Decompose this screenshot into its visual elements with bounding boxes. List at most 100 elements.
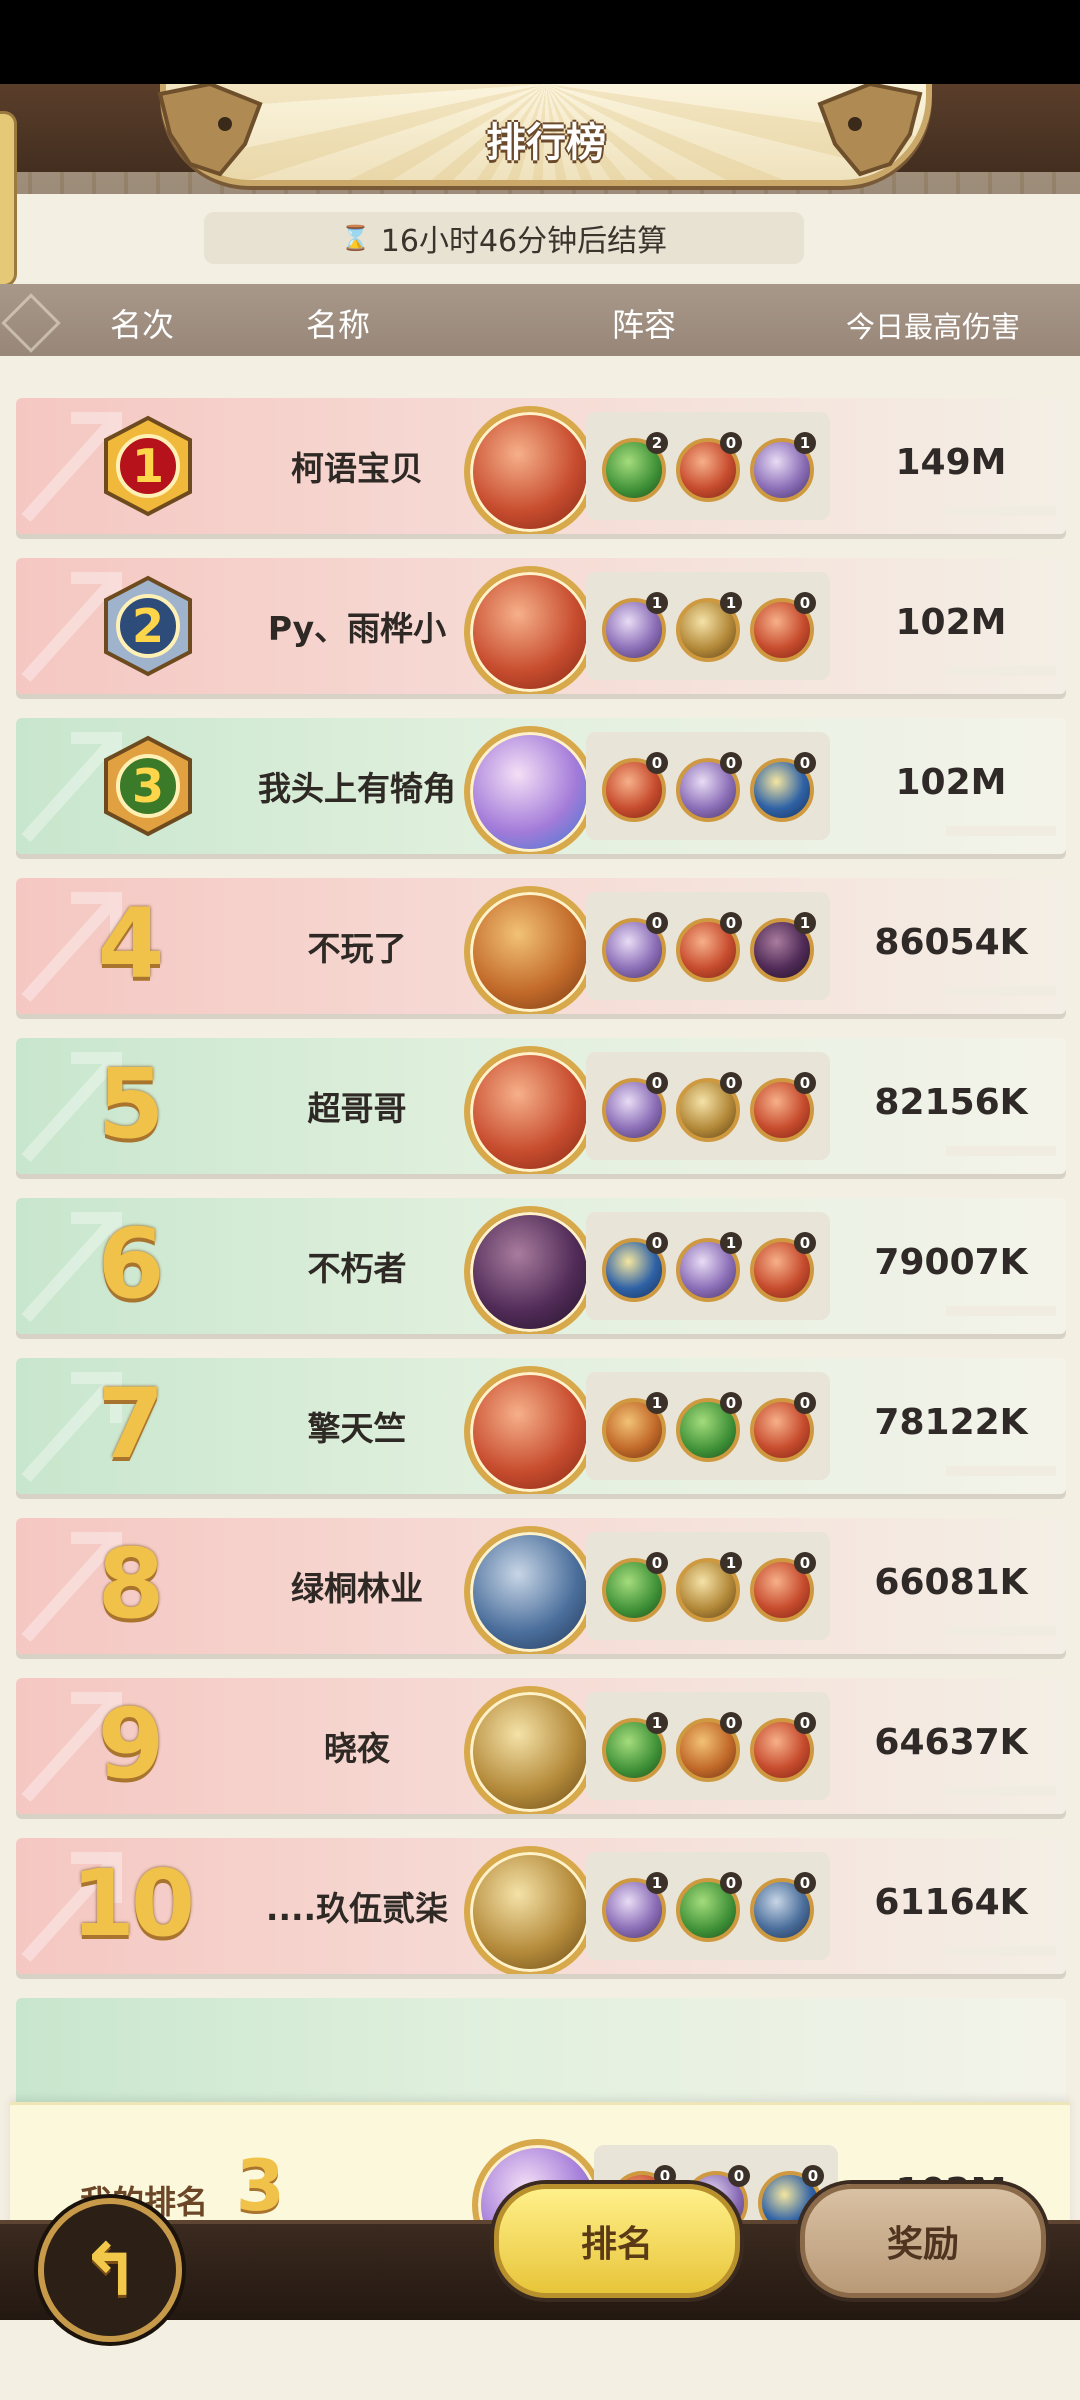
leader-avatar[interactable] [464,1046,596,1174]
hero-portrait[interactable]: 0 [676,1712,742,1782]
row-fold [946,1786,1056,1796]
hero-portrait[interactable]: 2 [602,432,668,502]
rank-medal-number: 2 [132,599,164,653]
hero-portrait[interactable]: 0 [676,432,742,502]
rank-number: 4 [97,888,165,1000]
hero-portrait[interactable]: 0 [750,1872,816,1942]
hero-portrait[interactable]: 0 [602,1232,668,1302]
timer-text: 16小时46分钟后结算 [380,224,668,259]
tab-rewards-label: 奖励 [886,2224,959,2265]
hero-star-badge: 1 [646,1712,668,1734]
hero-portrait[interactable]: 1 [676,1232,742,1302]
leaderboard-row[interactable]: 8 绿桐林业 0 1 0 66081K [16,1518,1066,1654]
hero-portrait[interactable]: 1 [750,432,816,502]
tab-rewards[interactable]: 奖励 [800,2184,1046,2298]
row-fold [946,666,1056,676]
hero-portrait[interactable]: 1 [602,1712,668,1782]
hero-star-badge: 0 [646,1232,668,1254]
leaderboard-row[interactable]: 4 不玩了 0 0 1 86054K [16,878,1066,1014]
damage-value: 61164K [874,1882,1028,1923]
damage-value: 79007K [874,1242,1028,1283]
leader-avatar[interactable] [464,566,596,694]
leaderboard-row[interactable]: 9 晓夜 1 0 0 64637K [16,1678,1066,1814]
back-button[interactable]: ↰ [38,2198,182,2342]
hero-portrait[interactable]: 0 [602,1552,668,1622]
lineup-box: 0 1 0 [586,1532,830,1640]
hero-star-badge: 1 [646,592,668,614]
player-name: 绿桐林业 [291,1569,423,1608]
hero-portrait[interactable]: 0 [676,1872,742,1942]
hero-star-badge: 0 [720,432,742,454]
hero-portrait[interactable]: 0 [750,1392,816,1462]
hero-portrait[interactable]: 0 [750,592,816,662]
side-tab[interactable] [0,114,14,284]
damage-value: 102M [895,602,1007,643]
hero-portrait[interactable]: 1 [602,1872,668,1942]
col-lineup: 阵容 [612,306,677,344]
hero-portrait[interactable]: 0 [602,1072,668,1142]
hero-star-badge: 0 [794,1712,816,1734]
player-name: 不朽者 [307,1249,407,1288]
hero-portrait[interactable]: 0 [602,752,668,822]
hero-star-badge: 1 [720,1232,742,1254]
hero-star-badge: 0 [794,1872,816,1894]
leader-avatar[interactable] [464,886,596,1014]
leader-avatar[interactable] [464,1686,596,1814]
hero-portrait[interactable]: 0 [750,752,816,822]
hero-portrait[interactable]: 0 [750,1232,816,1302]
hero-portrait[interactable]: 0 [676,1072,742,1142]
leaderboard-row[interactable]: 1 柯语宝贝 2 0 1 149M [16,398,1066,534]
hero-portrait[interactable]: 0 [750,1552,816,1622]
hero-star-badge: 0 [794,1072,816,1094]
leader-avatar[interactable] [464,1846,596,1974]
leader-avatar[interactable] [464,726,596,854]
hero-portrait[interactable]: 1 [676,1552,742,1622]
leader-avatar[interactable] [464,1366,596,1494]
row-fold [946,986,1056,996]
hero-star-badge: 0 [646,912,668,934]
leaderboard-row[interactable]: 6 不朽者 0 1 0 79007K [16,1198,1066,1334]
hero-star-badge: 0 [794,1392,816,1414]
hero-portrait[interactable]: 0 [676,912,742,982]
hero-portrait[interactable]: 0 [602,912,668,982]
player-name: ....玖伍贰柒 [265,1889,449,1928]
leaderboard-row[interactable]: 7 擎天竺 1 0 0 78122K [16,1358,1066,1494]
hero-portrait[interactable]: 0 [676,752,742,822]
hero-star-badge: 0 [794,1232,816,1254]
hero-star-badge: 1 [646,1872,668,1894]
hero-portrait[interactable]: 0 [750,1712,816,1782]
leader-avatar[interactable] [464,1526,596,1654]
rank-number: 9 [97,1688,165,1800]
rank-medal-icon: 3 [104,735,192,837]
hero-portrait[interactable]: 0 [750,1072,816,1142]
hero-star-badge: 0 [646,1072,668,1094]
dragon-ornament-icon [817,84,923,177]
leaderboard-row[interactable]: 3 我头上有犄角 0 0 0 102M [16,718,1066,854]
hero-star-badge: 0 [794,1552,816,1574]
leader-avatar[interactable] [464,406,596,534]
lineup-box: 0 0 0 [586,1052,830,1160]
hero-portrait[interactable]: 1 [676,592,742,662]
rank-number: 10 [70,1850,195,1957]
hero-portrait[interactable]: 1 [602,592,668,662]
hero-portrait[interactable]: 1 [750,912,816,982]
hero-portrait[interactable]: 1 [602,1392,668,1462]
player-name: 柯语宝贝 [291,449,423,488]
rank-number: 6 [97,1208,165,1320]
column-header: 名次 名称 阵容 今日最高伤害 [0,284,1080,356]
damage-value: 86054K [874,922,1028,963]
hero-star-badge: 1 [794,912,816,934]
damage-value: 102M [895,762,1007,803]
tab-ranking[interactable]: 排名 [494,2184,740,2298]
lineup-box: 0 0 1 [586,892,830,1000]
player-name: Py、雨桦小 [267,609,447,648]
leader-avatar[interactable] [464,1206,596,1334]
row-fold [946,1306,1056,1316]
leaderboard-row[interactable]: 5 超哥哥 0 0 0 82156K [16,1038,1066,1174]
leaderboard-row[interactable]: 2 Py、雨桦小 1 1 0 102M [16,558,1066,694]
lineup-box: 1 0 0 [586,1692,830,1800]
row-fold [946,1946,1056,1956]
hero-portrait[interactable]: 0 [676,1392,742,1462]
settlement-timer: ⌛ 16小时46分钟后结算 [204,212,804,264]
leaderboard-row[interactable]: 10 ....玖伍贰柒 100 61164K [16,1838,1066,1974]
